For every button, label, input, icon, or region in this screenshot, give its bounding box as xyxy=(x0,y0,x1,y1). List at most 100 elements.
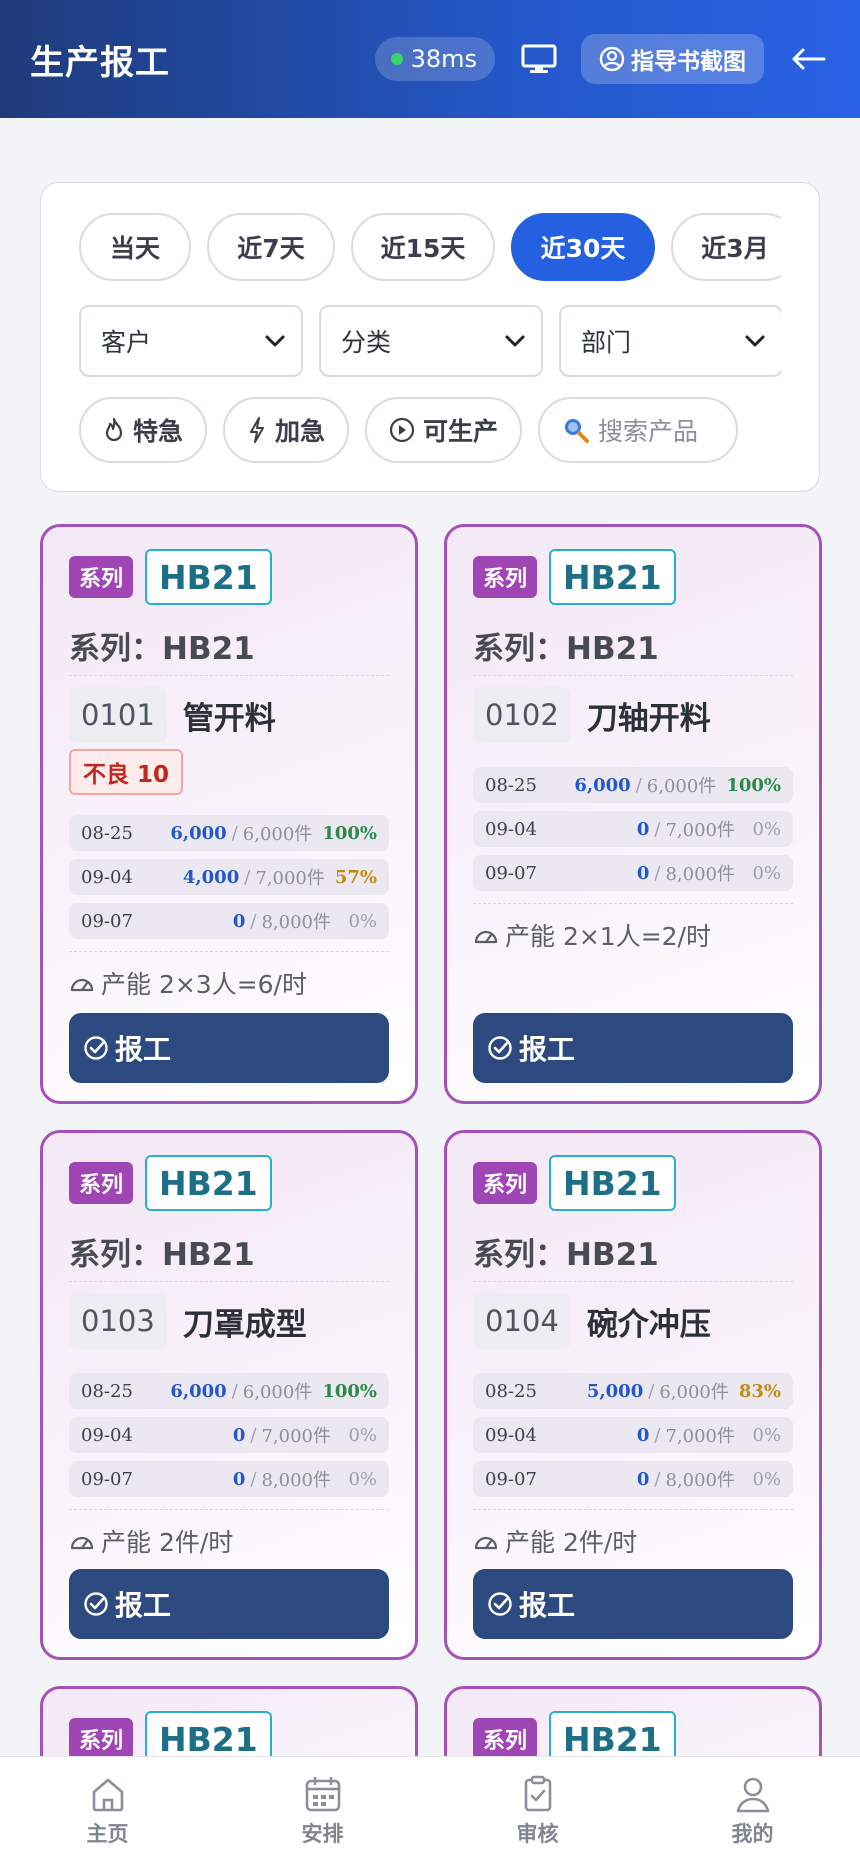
check-circle-icon xyxy=(84,1036,108,1060)
schedule-date: 08-25 xyxy=(485,774,537,796)
report-button[interactable]: 报工 xyxy=(69,1569,389,1639)
capacity-info: 产能 2×1人=2/时 xyxy=(473,917,711,953)
schedule-row: 08-25 6,000/6,000件 100% xyxy=(69,1373,389,1409)
process-card: 系列 HB21 系列：HB21 0102 刀轴开料 08-25 6,000/6,… xyxy=(444,524,822,1104)
schedule-date: 09-04 xyxy=(485,818,537,840)
schedule-percent: 0% xyxy=(752,818,781,840)
schedule-percent: 0% xyxy=(752,1424,781,1446)
tag-producible[interactable]: 可生产 xyxy=(365,397,523,463)
schedule-done: 0 xyxy=(232,1424,246,1446)
tag-urgent[interactable]: 加急 xyxy=(223,397,350,463)
gauge-icon xyxy=(70,1536,94,1550)
schedule-done: 0 xyxy=(232,1468,246,1490)
schedule-done: 0 xyxy=(636,818,650,840)
date-chip-3m[interactable]: 近3月 xyxy=(671,213,781,281)
schedule-date: 09-04 xyxy=(81,1424,133,1446)
process-code: 0103 xyxy=(69,1293,167,1349)
schedule-row: 09-04 4,000/7,000件 57% xyxy=(69,859,389,895)
customer-select-label: 客户 xyxy=(101,328,152,357)
defect-badge: 不良 10 xyxy=(69,749,184,795)
filter-panel: 当天 近7天 近15天 近30天 近3月 客户 分类 部门 特急 加急 可生产 xyxy=(40,182,820,492)
schedule-total: 8,000件 xyxy=(261,1470,331,1491)
schedule-done: 0 xyxy=(232,910,246,932)
schedule-total: 8,000件 xyxy=(665,864,735,885)
report-button[interactable]: 报工 xyxy=(473,1569,793,1639)
capacity-text: 产能 2×1人=2/时 xyxy=(505,922,711,951)
guide-screenshot-button[interactable]: 指导书截图 xyxy=(581,34,764,84)
home-icon xyxy=(92,1778,123,1811)
schedule-percent: 0% xyxy=(752,862,781,884)
chevron-down-icon xyxy=(745,335,765,347)
nav-home[interactable]: 主页 xyxy=(0,1757,215,1864)
nav-profile[interactable]: 我的 xyxy=(645,1757,860,1864)
schedule-total: 6,000件 xyxy=(646,776,717,797)
schedule-done: 5,000 xyxy=(586,1380,644,1402)
date-chip-7d[interactable]: 近7天 xyxy=(207,213,335,281)
monitor-icon[interactable] xyxy=(517,37,561,81)
calendar-icon xyxy=(305,1776,340,1811)
schedule-percent: 0% xyxy=(752,1468,781,1490)
search-placeholder: 搜索产品 xyxy=(598,417,699,446)
date-chip-today[interactable]: 当天 xyxy=(79,213,191,281)
tag-urgent-label: 加急 xyxy=(275,417,326,446)
series-label: 系列：HB21 xyxy=(473,1237,659,1273)
capacity-text: 产能 2件/时 xyxy=(505,1528,638,1557)
capacity-info: 产能 2件/时 xyxy=(473,1523,637,1559)
schedule-total: 7,000件 xyxy=(261,1426,331,1447)
series-label: 系列：HB21 xyxy=(473,631,659,667)
page-title: 生产报工 xyxy=(30,42,170,83)
schedule-percent: 0% xyxy=(348,1468,377,1490)
category-select[interactable]: 分类 xyxy=(319,305,543,377)
schedule-date: 09-04 xyxy=(81,866,133,888)
process-code: 0101 xyxy=(69,687,167,743)
report-button[interactable]: 报工 xyxy=(473,1013,793,1083)
latency-value: 38ms xyxy=(410,45,477,73)
process-name: 刀罩成型 xyxy=(182,1306,307,1343)
user-circle-icon xyxy=(599,46,625,72)
nav-review[interactable]: 审核 xyxy=(430,1757,645,1864)
report-button[interactable]: 报工 xyxy=(69,1013,389,1083)
series-tag: 系列 xyxy=(473,556,538,598)
customer-select[interactable]: 客户 xyxy=(79,305,303,377)
series-tag: 系列 xyxy=(69,1718,134,1760)
divider xyxy=(473,675,793,676)
divider xyxy=(473,1281,793,1282)
schedule-percent: 0% xyxy=(348,910,377,932)
date-chip-30d[interactable]: 近30天 xyxy=(511,213,655,281)
process-card: 系列 HB21 系列：HB21 0103 刀罩成型 08-25 6,000/6,… xyxy=(40,1130,418,1660)
schedule-total: 7,000件 xyxy=(665,820,735,841)
check-circle-icon xyxy=(488,1036,512,1060)
process-name: 刀轴开料 xyxy=(586,700,711,737)
nav-profile-label: 我的 xyxy=(731,1821,774,1846)
schedule-done: 0 xyxy=(636,862,650,884)
divider xyxy=(69,1509,389,1510)
schedule-row: 08-25 6,000/6,000件 100% xyxy=(473,767,793,803)
tag-urgent-special[interactable]: 特急 xyxy=(79,397,208,463)
select-row: 客户 分类 部门 xyxy=(79,305,781,377)
capacity-text: 产能 2件/时 xyxy=(101,1528,234,1557)
back-arrow-icon[interactable] xyxy=(786,37,830,81)
nav-schedule-label: 安排 xyxy=(301,1821,344,1846)
schedule-percent: 0% xyxy=(348,1424,377,1446)
bottom-nav: 主页 安排 审核 我的 xyxy=(0,1756,860,1864)
schedule-done: 0 xyxy=(636,1468,650,1490)
search-icon xyxy=(565,419,590,443)
report-button-label: 报工 xyxy=(519,1589,576,1622)
department-select[interactable]: 部门 xyxy=(559,305,781,377)
schedule-date: 08-25 xyxy=(81,1380,133,1402)
capacity-text: 产能 2×3人=6/时 xyxy=(101,970,307,999)
schedule-total: 7,000件 xyxy=(665,1426,735,1447)
schedule-row: 08-25 6,000/6,000件 100% xyxy=(69,815,389,851)
tag-urgent-special-label: 特急 xyxy=(133,417,184,446)
process-card: 系列 HB21 系列：HB21 0101 管开料 不良 10 08-25 6,0… xyxy=(40,524,418,1104)
schedule-percent: 100% xyxy=(726,774,781,796)
process-code: 0104 xyxy=(473,1293,571,1349)
capacity-info: 产能 2件/时 xyxy=(69,1523,233,1559)
latency-indicator: 38ms xyxy=(374,37,495,81)
nav-schedule[interactable]: 安排 xyxy=(215,1757,430,1864)
date-chip-15d[interactable]: 近15天 xyxy=(351,213,495,281)
user-icon xyxy=(736,1777,769,1812)
schedule-row: 09-07 0/8,000件 0% xyxy=(473,1461,793,1497)
guide-screenshot-label: 指导书截图 xyxy=(631,49,746,75)
search-input[interactable]: 搜索产品 xyxy=(538,397,739,463)
